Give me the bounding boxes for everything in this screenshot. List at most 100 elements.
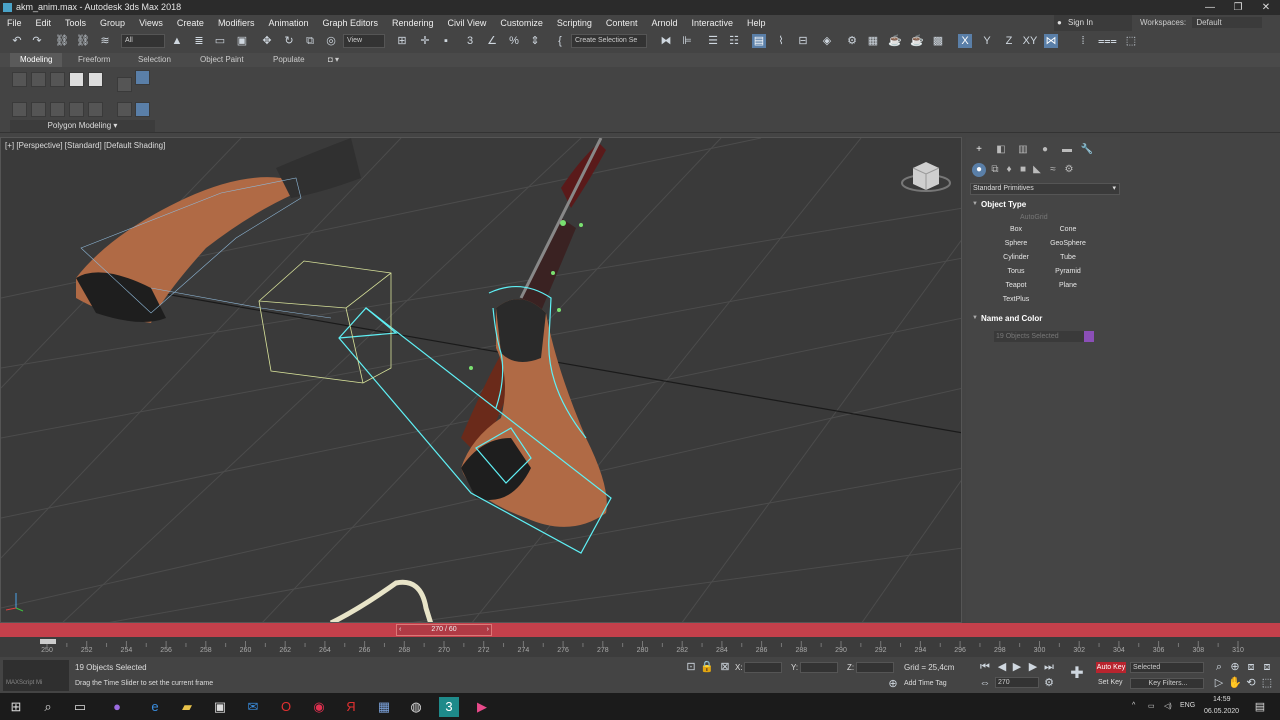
display-tab-icon[interactable]: ▬ — [1060, 143, 1074, 157]
track-bar[interactable]: 250 252 254 256 258 260 262 264 266 268 270 272 274 2… — [0, 637, 1280, 657]
maxscript-listener[interactable]: MAXScript Mi — [3, 660, 69, 691]
spinner-snap-icon[interactable]: ⇕ — [528, 34, 542, 48]
mirror-icon[interactable]: ⧓ — [659, 34, 673, 48]
app-circle-icon[interactable]: ● — [107, 697, 127, 717]
zoom-icon[interactable]: ⌕ — [1212, 660, 1226, 674]
zoom-extents-all-icon[interactable]: ⧈ — [1260, 660, 1274, 674]
pyramid-button[interactable]: Pyramid — [1044, 266, 1092, 278]
task-view-icon[interactable]: ▭ — [70, 697, 90, 717]
plane-button[interactable]: Plane — [1044, 280, 1092, 292]
name-and-color-rollout[interactable]: Name and Color — [970, 312, 1120, 325]
tab-object-paint[interactable]: Object Paint — [190, 53, 254, 67]
schematic-view-icon[interactable]: ⊟ — [796, 34, 810, 48]
workspace-selector[interactable]: Workspaces: Default — [1140, 15, 1280, 31]
mail-icon[interactable]: ✉ — [243, 697, 263, 717]
close-button[interactable]: ✕ — [1252, 0, 1280, 15]
time-tag-icon[interactable]: ⊕ — [886, 677, 900, 691]
redo-icon[interactable]: ↷ — [30, 34, 44, 48]
go-to-end-icon[interactable]: ⏭ — [1042, 660, 1056, 674]
menu-customize[interactable]: Customize — [493, 18, 550, 28]
modify-mode-icon[interactable] — [135, 70, 150, 85]
render-iterative-icon[interactable]: ☕ — [910, 34, 924, 48]
axis-xy-button[interactable]: XY — [1020, 34, 1040, 48]
box-button[interactable]: Box — [992, 224, 1040, 236]
set-key-button[interactable]: Set Key — [1098, 679, 1123, 686]
time-slider-thumb[interactable]: ‹ 270 / 60 › — [396, 624, 492, 636]
named-selection-dropdown[interactable]: Create Selection Se — [571, 34, 647, 48]
modeling-options-icon[interactable] — [135, 102, 150, 117]
stack-up-icon[interactable] — [117, 77, 132, 92]
show-end-result-icon[interactable] — [50, 102, 65, 117]
maximize-viewport-icon[interactable]: ⬚ — [1260, 676, 1274, 690]
axis-constraint-icon[interactable]: ⋈ — [1044, 34, 1058, 48]
menu-scripting[interactable]: Scripting — [550, 18, 599, 28]
menu-interactive[interactable]: Interactive — [684, 18, 740, 28]
use-soft-selection-icon[interactable] — [88, 102, 103, 117]
vertex-icon[interactable] — [12, 72, 27, 87]
opera-icon[interactable]: O — [276, 697, 296, 717]
layer-explorer-icon[interactable]: ☷ — [727, 34, 741, 48]
material-editor-icon[interactable]: ◈ — [820, 34, 834, 48]
link-icon[interactable]: ⛓ — [55, 34, 69, 48]
menu-group[interactable]: Group — [93, 18, 132, 28]
tube-button[interactable]: Tube — [1044, 252, 1092, 264]
clock-date[interactable]: 06.05.2020 — [1204, 708, 1239, 715]
z-coord-field[interactable] — [856, 662, 894, 673]
render-cloud-icon[interactable]: ▩ — [931, 34, 945, 48]
select-object-icon[interactable]: ▲ — [170, 34, 184, 48]
viewport-label[interactable]: [+] [Perspective] [Standard] [Default Sh… — [5, 141, 165, 150]
curve-editor-icon[interactable]: ⌇ — [774, 34, 788, 48]
viewcube-icon[interactable] — [901, 162, 951, 192]
utilities-tab-icon[interactable]: 🔧 — [1080, 143, 1094, 157]
menu-modifiers[interactable]: Modifiers — [211, 18, 262, 28]
edge-icon[interactable] — [31, 72, 46, 87]
axis-y-button[interactable]: Y — [980, 34, 994, 48]
placement-icon[interactable]: ◎ — [324, 34, 338, 48]
sphere-button[interactable]: Sphere — [992, 238, 1040, 250]
selection-filter-dropdown[interactable]: All — [121, 34, 165, 48]
key-mode-dropdown[interactable]: Selected — [1130, 662, 1204, 673]
axis-z-button[interactable]: Z — [1002, 34, 1016, 48]
key-filters-button[interactable]: Key Filters... — [1130, 678, 1204, 689]
dotted-select-icon[interactable]: ⬚ — [1124, 34, 1138, 48]
tab-freeform[interactable]: Freeform — [68, 53, 120, 67]
menu-civil-view[interactable]: Civil View — [441, 18, 494, 28]
orbit-icon[interactable]: ⟲ — [1244, 676, 1258, 690]
render-production-icon[interactable]: ☕ — [888, 34, 902, 48]
language-indicator[interactable]: ENG — [1180, 702, 1195, 709]
create-tab-icon[interactable]: + — [972, 143, 986, 157]
tab-populate[interactable]: Populate — [263, 53, 315, 67]
cone-button[interactable]: Cone — [1044, 224, 1092, 236]
x-coord-field[interactable] — [744, 662, 782, 673]
percent-snap-icon[interactable]: % — [507, 34, 521, 48]
rendered-frame-icon[interactable]: ▦ — [866, 34, 880, 48]
tab-selection[interactable]: Selection — [128, 53, 181, 67]
opera-gx-icon[interactable]: ◉ — [309, 697, 329, 717]
network-app-icon[interactable]: ▦ — [374, 697, 394, 717]
toggle-command-panel-icon[interactable] — [69, 102, 84, 117]
ribbon-toggle-icon[interactable]: ▤ — [752, 34, 766, 48]
unlink-icon[interactable]: ⛓ — [76, 34, 90, 48]
tab-modeling[interactable]: Modeling — [10, 53, 63, 67]
angle-snap-icon[interactable]: ∠ — [485, 34, 499, 48]
edge-browser-icon[interactable]: e — [145, 697, 165, 717]
rotate-icon[interactable]: ↻ — [282, 34, 296, 48]
perspective-viewport[interactable]: [+] [Perspective] [Standard] [Default Sh… — [0, 137, 962, 623]
menu-create[interactable]: Create — [170, 18, 211, 28]
time-slider[interactable]: ‹ 270 / 60 › — [0, 623, 1280, 637]
menu-rendering[interactable]: Rendering — [385, 18, 441, 28]
object-name-field[interactable]: 19 Objects Selected — [994, 331, 1084, 342]
element-icon[interactable] — [88, 72, 103, 87]
lights-icon[interactable]: ♦ — [1002, 163, 1016, 177]
menu-views[interactable]: Views — [132, 18, 170, 28]
yandex-browser-icon[interactable]: Я — [341, 697, 361, 717]
motion-tab-icon[interactable]: ● — [1038, 143, 1052, 157]
time-config-icon[interactable]: ⚙ — [1042, 676, 1056, 690]
add-time-tag-button[interactable]: Add Time Tag — [904, 680, 947, 687]
notifications-icon[interactable]: ▤ — [1250, 697, 1270, 717]
menu-tools[interactable]: Tools — [58, 18, 93, 28]
snaps-toggle-icon[interactable]: 3 — [463, 34, 477, 48]
menu-animation[interactable]: Animation — [261, 18, 315, 28]
named-sets-icon[interactable]: { — [553, 34, 567, 48]
prev-frame-icon[interactable]: ◀ — [995, 660, 1009, 674]
